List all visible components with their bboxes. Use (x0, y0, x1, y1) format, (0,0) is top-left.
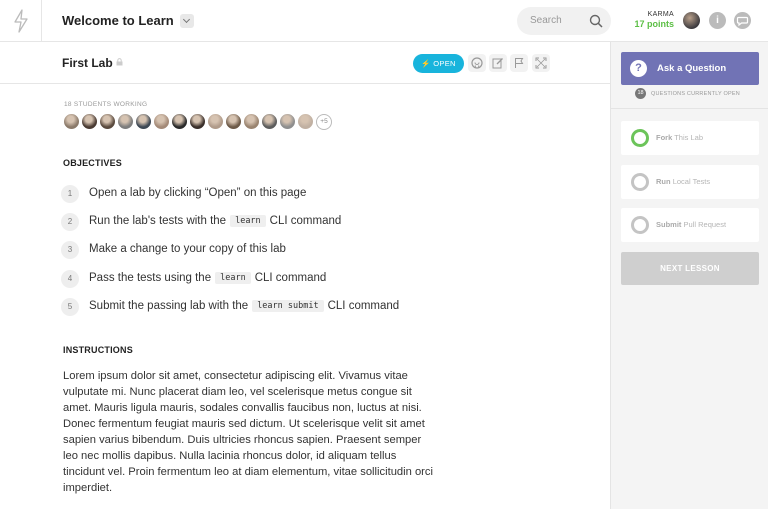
app-title: Welcome to Learn (62, 13, 174, 28)
step-description: This Lab (674, 133, 703, 142)
chat-bubble-icon (736, 16, 749, 27)
info-icon[interactable]: i (709, 12, 726, 29)
objective-number: 2 (61, 213, 79, 231)
lightning-bolt-icon (14, 9, 28, 33)
objective-text-start: Make a change to your copy of this lab (89, 243, 286, 255)
edit-icon (492, 58, 503, 69)
lab-content: 18 STUDENTS WORKING +5 OBJECTIVES 1 Open … (0, 84, 610, 509)
objective-text-end: CLI command (327, 300, 400, 312)
karma-label: KARMA (647, 11, 674, 18)
step-status-icon (631, 216, 649, 234)
inline-code: learn (230, 215, 266, 227)
inline-code: learn submit (252, 300, 324, 312)
edit-button[interactable] (489, 54, 507, 72)
questions-count-badge: 18 (635, 88, 646, 99)
github-button[interactable] (468, 54, 486, 72)
search-icon (589, 14, 603, 28)
step-description: Pull Request (683, 220, 727, 229)
objective-text-start: Open a lab by clicking “Open” on this pa… (89, 187, 307, 199)
objective-number: 5 (61, 298, 79, 316)
chat-icon[interactable] (734, 12, 751, 29)
objective-text: Submit the passing lab with the learn sub… (89, 300, 399, 312)
karma-points: 17 points (634, 19, 674, 29)
lab-header: First Lab ⚡ OPEN (0, 42, 610, 84)
student-avatar[interactable] (208, 114, 223, 129)
student-avatar[interactable] (172, 114, 187, 129)
right-sidebar: ? Ask a Question 18 QUESTIONS CURRENTLY … (610, 42, 768, 509)
student-avatar[interactable] (280, 114, 295, 129)
flag-button[interactable] (510, 54, 528, 72)
objectives-heading: OBJECTIVES (63, 158, 123, 168)
student-avatar[interactable] (154, 114, 169, 129)
user-avatar[interactable] (683, 12, 700, 29)
inline-code: learn (215, 272, 251, 284)
lightning-bolt-icon: ⚡ (421, 59, 431, 68)
step-label: Run Local Tests (656, 177, 710, 186)
objective-text-start: Submit the passing lab with the (89, 300, 249, 312)
student-avatar[interactable] (100, 114, 115, 129)
objective-text: Pass the tests using the learn CLI command (89, 272, 326, 284)
student-avatar[interactable] (136, 114, 151, 129)
step-action: Run (656, 177, 671, 186)
question-icon: ? (630, 60, 647, 77)
student-avatar[interactable] (190, 114, 205, 129)
search-placeholder: Search (530, 15, 562, 26)
step-status-icon (631, 129, 649, 147)
search-input[interactable]: Search (517, 7, 611, 35)
objective-text: Open a lab by clicking “Open” on this pa… (89, 187, 306, 199)
divider (611, 108, 768, 109)
objective-text-start: Pass the tests using the (89, 272, 212, 284)
step-run[interactable]: Run Local Tests (621, 165, 759, 199)
students-working-label: 18 STUDENTS WORKING (64, 101, 148, 108)
student-avatar[interactable] (82, 114, 97, 129)
logo[interactable] (0, 0, 42, 42)
step-action: Submit (656, 220, 682, 229)
ask-question-button[interactable]: ? Ask a Question (621, 52, 759, 85)
step-action: Fork (656, 133, 673, 142)
student-avatar[interactable] (244, 114, 259, 129)
lab-title: First Lab (62, 56, 113, 70)
objective-text-end: CLI command (254, 272, 327, 284)
objective-number: 3 (61, 241, 79, 259)
objective-text-end: CLI command (269, 215, 342, 227)
step-description: Local Tests (672, 177, 711, 186)
student-avatar[interactable] (226, 114, 241, 129)
questions-open-label: QUESTIONS CURRENTLY OPEN (651, 91, 740, 97)
open-button-label: OPEN (433, 59, 456, 68)
instructions-body: Lorem ipsum dolor sit amet, consectetur … (63, 370, 433, 494)
fullscreen-button[interactable] (532, 54, 550, 72)
github-icon (471, 57, 483, 69)
flag-icon (515, 58, 524, 68)
objective-text: Run the lab's tests with the learn CLI com… (89, 215, 341, 227)
step-label: Submit Pull Request (656, 220, 726, 229)
next-lesson-button[interactable]: NEXT LESSON (621, 252, 759, 285)
step-status-icon (631, 173, 649, 191)
ask-question-label: Ask a Question (657, 63, 727, 74)
objective-text: Make a change to your copy of this lab (89, 243, 286, 255)
lock-icon (116, 58, 123, 66)
fullscreen-icon (535, 57, 547, 69)
chevron-down-icon[interactable] (180, 14, 194, 28)
objective-text-start: Run the lab's tests with the (89, 215, 227, 227)
student-avatar[interactable] (64, 114, 79, 129)
objective-number: 4 (61, 270, 79, 288)
open-button[interactable]: ⚡ OPEN (413, 54, 464, 73)
karma-display: KARMA 17 points (630, 11, 674, 29)
student-avatar[interactable] (262, 114, 277, 129)
step-submit[interactable]: Submit Pull Request (621, 208, 759, 242)
step-label: Fork This Lab (656, 133, 703, 142)
student-avatar[interactable] (298, 114, 313, 129)
more-students-badge[interactable]: +5 (316, 114, 332, 130)
student-avatar[interactable] (118, 114, 133, 129)
objective-number: 1 (61, 185, 79, 203)
step-fork[interactable]: Fork This Lab (621, 121, 759, 155)
instructions-heading: INSTRUCTIONS (63, 345, 133, 355)
top-bar: Welcome to Learn Search KARMA 17 points … (0, 0, 768, 42)
